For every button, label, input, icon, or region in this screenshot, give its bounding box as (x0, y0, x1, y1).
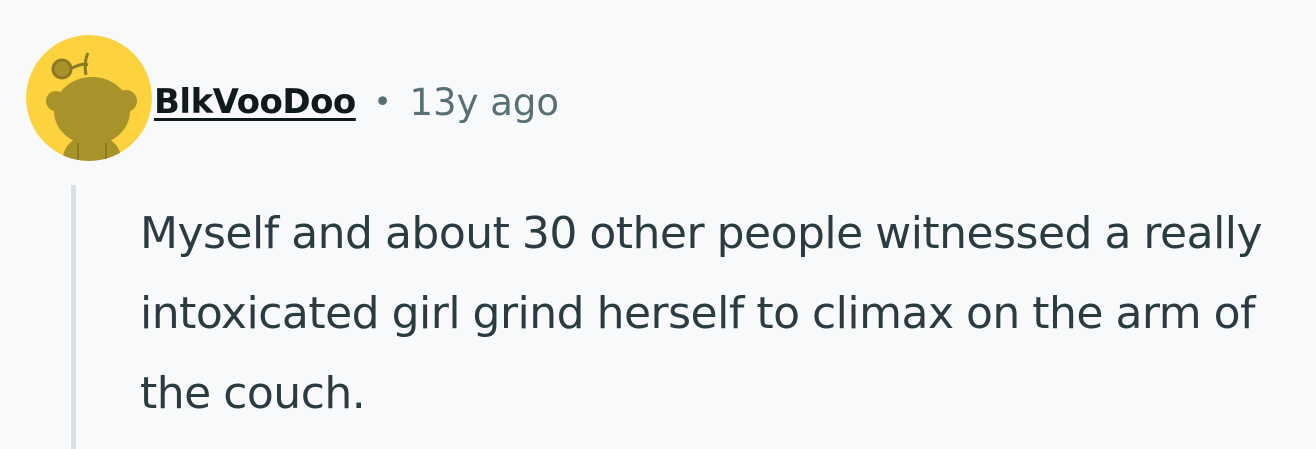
reddit-snoo-icon (26, 35, 152, 161)
comment: BlkVooDoo • 13y ago Myself and about 30 … (0, 0, 1316, 449)
avatar[interactable] (26, 35, 152, 161)
comment-header: BlkVooDoo • 13y ago (154, 78, 559, 126)
timestamp[interactable]: 13y ago (410, 81, 560, 124)
comment-body: Myself and about 30 other people witness… (140, 208, 1263, 419)
separator-dot: • (373, 84, 392, 120)
thread-line[interactable] (71, 185, 76, 449)
username-link[interactable]: BlkVooDoo (154, 82, 356, 122)
